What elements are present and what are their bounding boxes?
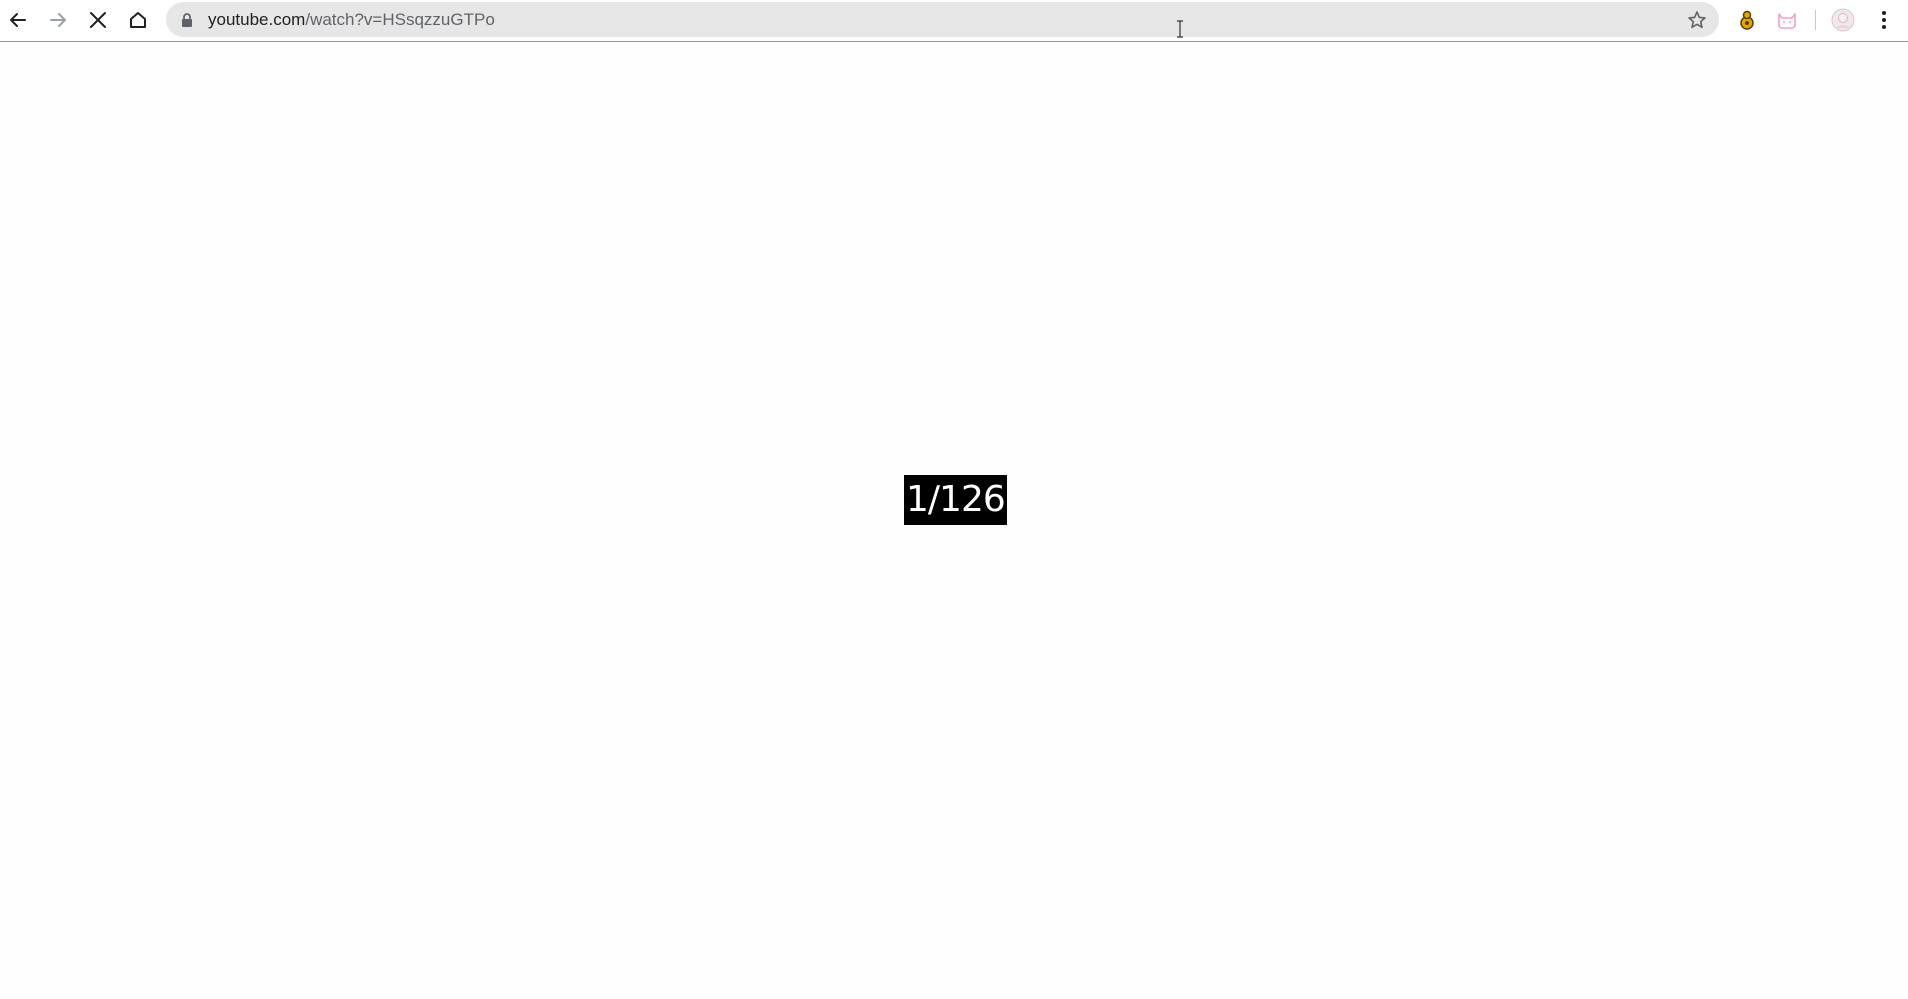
stop-loading-button[interactable] [82,4,114,36]
cat-extension-button[interactable] [1775,8,1799,32]
address-bar[interactable]: youtube.com/watch?v=HSsqzzuGTPo [166,2,1719,37]
toolbar-separator [1815,10,1816,30]
frame-counter: 1/126 [904,475,1007,525]
text-cursor-icon [1177,20,1183,38]
kebab-menu-icon [1882,11,1886,29]
avatar-icon [1831,8,1855,32]
url-text[interactable]: youtube.com/watch?v=HSsqzzuGTPo [208,2,495,37]
extension-button[interactable] [1735,8,1759,32]
url-domain: youtube.com [208,10,306,29]
back-button[interactable] [2,4,34,36]
home-icon [130,12,146,28]
extension-icon [1740,10,1754,30]
stop-loading-icon [90,12,106,28]
profile-button[interactable] [1831,8,1855,32]
url-path: /watch?v=HSsqzzuGTPo [305,10,495,29]
browser-toolbar: youtube.com/watch?v=HSsqzzuGTPo [0,0,1908,42]
home-button[interactable] [122,4,154,36]
forward-button[interactable] [42,4,74,36]
lock-icon[interactable] [181,13,193,27]
forward-arrow-icon [50,13,66,27]
star-icon[interactable] [1687,10,1707,30]
back-arrow-icon [10,13,26,27]
cat-extension-icon [1778,13,1796,29]
browser-menu-button[interactable] [1872,8,1896,32]
